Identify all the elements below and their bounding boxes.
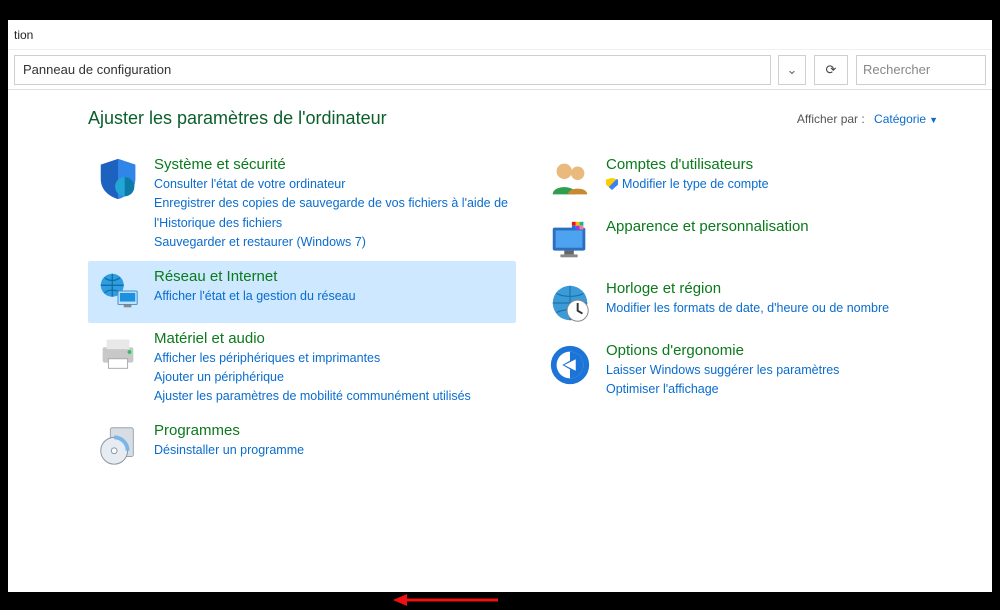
control-panel-window: tion Panneau de configuration ⌄ ⟳ Recher… <box>8 20 992 592</box>
left-column: Système et sécurité Consulter l'état de … <box>88 149 516 477</box>
printer-icon <box>94 329 142 377</box>
refresh-icon: ⟳ <box>826 62 837 78</box>
category-title[interactable]: Options d'ergonomie <box>606 342 962 359</box>
link-file-history[interactable]: Enregistrer des copies de sauvegarde de … <box>154 194 510 233</box>
category-title[interactable]: Réseau et Internet <box>154 268 510 285</box>
page-header: Ajuster les paramètres de l'ordinateur A… <box>88 108 968 129</box>
programs-uninstall-link[interactable]: Désinstaller un programme <box>154 441 510 460</box>
view-by-control: Afficher par : Catégorie▼ <box>797 112 938 126</box>
address-bar: Panneau de configuration ⌄ ⟳ Rechercher <box>8 50 992 90</box>
page-title: Ajuster les paramètres de l'ordinateur <box>88 108 387 129</box>
link-backup-restore[interactable]: Sauvegarder et restaurer (Windows 7) <box>154 233 510 252</box>
category-title[interactable]: Horloge et région <box>606 280 962 297</box>
link-network-status[interactable]: Afficher l'état et la gestion du réseau <box>154 287 510 306</box>
link-check-status[interactable]: Consulter l'état de votre ordinateur <box>154 175 510 194</box>
category-title[interactable]: Système et sécurité <box>154 156 510 173</box>
link-suggest-settings[interactable]: Laisser Windows suggérer les paramètres <box>606 361 962 380</box>
content-area: Ajuster les paramètres de l'ordinateur A… <box>8 90 992 592</box>
annotation-arrow-icon <box>393 590 503 610</box>
view-by-label: Afficher par : <box>797 112 865 126</box>
category-title[interactable]: Matériel et audio <box>154 330 510 347</box>
category-clock-region: Horloge et région Modifier les formats d… <box>540 273 968 335</box>
view-by-value: Catégorie <box>874 112 926 126</box>
category-network: Réseau et Internet Afficher l'état et la… <box>88 261 516 323</box>
window-titlebar: tion <box>8 20 992 50</box>
category-programs: Programmes Désinstaller un programme <box>88 415 516 477</box>
globe-network-icon <box>94 267 142 315</box>
link-mobility-settings[interactable]: Ajuster les paramètres de mobilité commu… <box>154 387 510 406</box>
breadcrumb[interactable]: Panneau de configuration <box>14 55 771 85</box>
refresh-button[interactable]: ⟳ <box>814 55 848 85</box>
category-title[interactable]: Apparence et personnalisation <box>606 218 962 235</box>
monitor-palette-icon <box>546 217 594 265</box>
right-column: Comptes d'utilisateurs Modifier le type … <box>540 149 968 477</box>
category-users: Comptes d'utilisateurs Modifier le type … <box>540 149 968 211</box>
disc-box-icon <box>94 421 142 469</box>
shield-icon <box>94 155 142 203</box>
clock-globe-icon <box>546 279 594 327</box>
chevron-down-icon: ⌄ <box>787 62 798 78</box>
link-optimize-display[interactable]: Optimiser l'affichage <box>606 380 962 399</box>
link-add-device[interactable]: Ajouter un périphérique <box>154 368 510 387</box>
category-appearance: Apparence et personnalisation <box>540 211 968 273</box>
link-date-time-formats[interactable]: Modifier les formats de date, d'heure ou… <box>606 299 962 318</box>
category-title[interactable]: Programmes <box>154 422 510 439</box>
breadcrumb-text: Panneau de configuration <box>23 62 171 77</box>
category-ease-of-access: Options d'ergonomie Laisser Windows sugg… <box>540 335 968 408</box>
people-icon <box>546 155 594 203</box>
search-input[interactable]: Rechercher <box>856 55 986 85</box>
view-by-dropdown[interactable]: Catégorie▼ <box>874 112 938 126</box>
category-title[interactable]: Comptes d'utilisateurs <box>606 156 962 173</box>
search-placeholder: Rechercher <box>863 62 930 77</box>
category-system-security: Système et sécurité Consulter l'état de … <box>88 149 516 261</box>
link-change-account-type[interactable]: Modifier le type de compte <box>606 175 962 194</box>
chevron-down-icon: ▼ <box>929 115 938 125</box>
link-devices-printers[interactable]: Afficher les périphériques et imprimante… <box>154 349 510 368</box>
category-columns: Système et sécurité Consulter l'état de … <box>88 149 968 477</box>
ease-of-access-icon <box>546 341 594 389</box>
breadcrumb-dropdown[interactable]: ⌄ <box>778 55 806 85</box>
window-title: tion <box>14 28 33 42</box>
category-hardware: Matériel et audio Afficher les périphéri… <box>88 323 516 415</box>
